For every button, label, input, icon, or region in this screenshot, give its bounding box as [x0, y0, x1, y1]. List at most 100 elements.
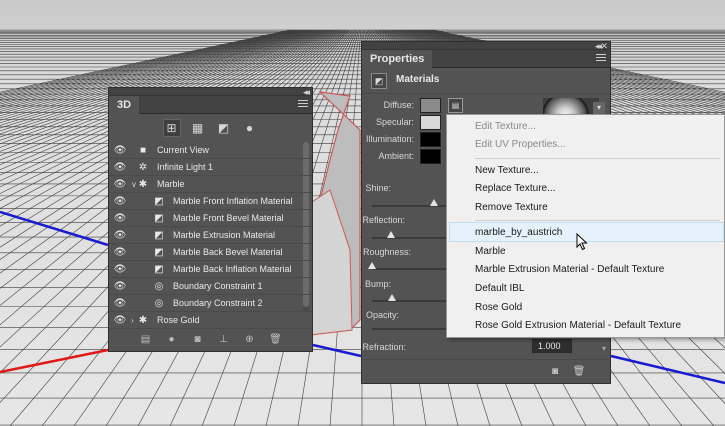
reflection-slider[interactable] [372, 237, 452, 239]
opacity-slider[interactable] [372, 328, 452, 330]
scene-row[interactable]: 👁 ◩ Marble Front Bevel Material [109, 210, 312, 227]
scene-row[interactable]: 👁 ◩ Marble Back Bevel Material [109, 244, 312, 261]
eye-icon[interactable]: 👁 [113, 227, 127, 244]
trash-icon[interactable]: 🗑 [269, 333, 283, 347]
mesh-icon[interactable]: ▦ [190, 120, 206, 136]
material-icon: ◩ [154, 264, 164, 275]
diffuse-label: Diffuse: [383, 100, 414, 110]
render-icon[interactable]: ◙ [191, 333, 205, 347]
eye-icon[interactable]: 👁 [113, 278, 127, 295]
refraction-input[interactable]: 1.000 [532, 339, 572, 353]
texture-context-menu: Edit Texture... Edit UV Properties... Ne… [446, 114, 725, 338]
scene-row[interactable]: 👁 ◩ Marble Extrusion Material [109, 227, 312, 244]
eye-icon[interactable]: 👁 [113, 244, 127, 261]
tab-3d[interactable]: 3D [109, 96, 140, 114]
eye-icon[interactable]: 👁 [113, 142, 127, 159]
roughness-slider[interactable] [372, 268, 452, 270]
scene-row-label: Rose Gold [157, 315, 200, 325]
menu-item-marble[interactable]: Marble [475, 246, 506, 257]
diffuse-texture-icon[interactable]: ▤ [448, 98, 463, 113]
menu-item-edit-texture[interactable]: Edit Texture... [475, 121, 536, 132]
scene-icon[interactable]: ⊞ [162, 119, 181, 137]
scene-row-label: Marble [157, 179, 185, 189]
scene-row[interactable]: 👁 ■ Current View [109, 142, 312, 159]
bump-label: Bump: [364, 279, 391, 289]
menu-item-new-texture[interactable]: New Texture... [475, 165, 539, 176]
panel-tabbar: 3D [109, 96, 312, 114]
lights-icon[interactable]: ● [242, 120, 258, 136]
tab-properties[interactable]: Properties [362, 50, 433, 68]
scene-row-label: Marble Front Bevel Material [173, 213, 284, 223]
specular-label: Specular: [375, 117, 414, 127]
menu-item-rose-gold-extrusion-default[interactable]: Rose Gold Extrusion Material - Default T… [475, 320, 681, 331]
chevron-down-icon[interactable]: ∨ [131, 176, 137, 193]
panel-menu-icon[interactable] [596, 54, 606, 63]
light-bulb-icon[interactable]: ● [165, 333, 179, 347]
scene-row-label: Marble Back Inflation Material [173, 264, 292, 274]
menu-item-remove-texture[interactable]: Remove Texture [475, 202, 548, 213]
ground-icon[interactable]: ⊥ [217, 333, 231, 347]
menu-item-default-ibl[interactable]: Default IBL [475, 283, 524, 294]
panel-top-strip: ◂◂ ✕ [362, 41, 610, 51]
scene-row-label: Marble Back Bevel Material [173, 247, 283, 257]
shine-slider[interactable] [372, 205, 452, 207]
bump-slider[interactable] [372, 300, 452, 302]
scene-row[interactable]: 👁 ◎ Boundary Constraint 2 [109, 295, 312, 312]
trash-icon[interactable]: 🗑 [572, 365, 586, 379]
shine-label: Shine: [365, 183, 391, 193]
diffuse-color-swatch[interactable] [420, 98, 441, 113]
menu-item-marble-by-austrich[interactable]: marble_by_austrich [475, 227, 562, 238]
scene-row-label: Infinite Light 1 [157, 162, 214, 172]
scene-row-label: Marble Front Inflation Material [173, 196, 293, 206]
eye-icon[interactable]: 👁 [113, 295, 127, 312]
section-title: Materials [396, 74, 440, 85]
menu-item-rose-gold[interactable]: Rose Gold [475, 302, 522, 313]
menu-separator [475, 158, 720, 159]
specular-color-swatch[interactable] [420, 115, 441, 130]
menu-item-edit-uv-properties[interactable]: Edit UV Properties... [475, 139, 566, 150]
scene-row-label: Boundary Constraint 1 [173, 281, 263, 291]
materials-icon[interactable]: ◩ [216, 120, 232, 136]
refraction-label: Refraction: [362, 342, 406, 352]
illumination-label: Illumination: [365, 134, 414, 144]
scene-row[interactable]: 👁 ◩ Marble Back Inflation Material [109, 261, 312, 278]
material-icon: ◩ [154, 213, 164, 224]
scene-row[interactable]: 👁 ◩ Marble Front Inflation Material [109, 193, 312, 210]
scene-row-label: Boundary Constraint 2 [173, 298, 263, 308]
scene-row[interactable]: 👁 ✲ Infinite Light 1 [109, 159, 312, 176]
eye-icon[interactable]: 👁 [113, 210, 127, 227]
eye-icon[interactable]: 👁 [113, 159, 127, 176]
scene-row[interactable]: 👁 › ✱ Rose Gold [109, 312, 312, 329]
eye-icon[interactable]: 👁 [113, 261, 127, 278]
menu-item-replace-texture[interactable]: Replace Texture... [475, 183, 555, 194]
shine-slider-handle[interactable] [430, 199, 438, 206]
mesh-icon[interactable]: ▤ [139, 333, 153, 347]
preview-dropdown-icon[interactable]: ▾ [593, 102, 605, 114]
constraint-icon: ◎ [154, 281, 164, 292]
materials-header: ◩ Materials [362, 68, 610, 94]
ambient-color-swatch[interactable] [420, 149, 441, 164]
chevron-down-icon[interactable]: ▾ [602, 344, 606, 353]
3d-filter-toolbar: ⊞ ▦ ◩ ● [109, 114, 312, 142]
reflection-slider-handle[interactable] [387, 231, 395, 238]
light-icon: ✲ [138, 162, 148, 173]
eye-icon[interactable]: 👁 [113, 193, 127, 210]
menu-item-marble-extrusion-default[interactable]: Marble Extrusion Material - Default Text… [475, 264, 664, 275]
bump-slider-handle[interactable] [388, 294, 396, 301]
mesh-icon: ✱ [138, 315, 148, 326]
material-icon: ◩ [154, 196, 164, 207]
scene-row-label: Current View [157, 145, 209, 155]
eye-icon[interactable]: 👁 [113, 176, 127, 193]
scene-row-label: Marble Extrusion Material [173, 230, 276, 240]
chevron-right-icon[interactable]: › [131, 312, 134, 329]
scene-row[interactable]: 👁 ◎ Boundary Constraint 1 [109, 278, 312, 295]
scene-row[interactable]: 👁 ∨ ✱ Marble [109, 176, 312, 193]
eye-icon[interactable]: 👁 [113, 312, 127, 329]
properties-footer: ◙ 🗑 [362, 359, 610, 383]
materials-icon: ◩ [371, 73, 387, 89]
roughness-slider-handle[interactable] [368, 262, 376, 269]
panel-menu-icon[interactable] [298, 100, 308, 109]
illumination-color-swatch[interactable] [420, 132, 441, 147]
add-light-icon[interactable]: ⊕ [243, 333, 257, 347]
render-icon[interactable]: ◙ [548, 365, 562, 379]
